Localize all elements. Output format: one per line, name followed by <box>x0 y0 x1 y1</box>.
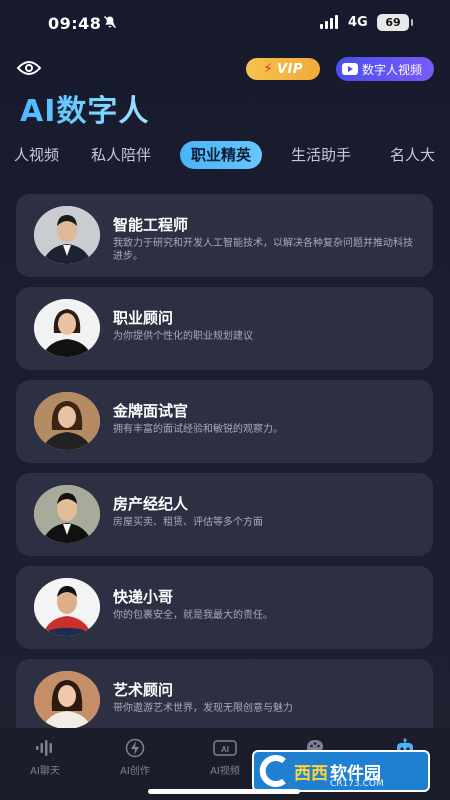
nav-ai-create[interactable]: AI创作 <box>100 738 170 777</box>
mute-bell-icon <box>103 15 117 33</box>
nav-ai-video[interactable]: AI AI视频 <box>190 738 260 777</box>
character-name: 快递小哥 <box>113 588 174 606</box>
character-name: 智能工程师 <box>113 216 189 234</box>
vip-badge[interactable]: ⚡ VIP <box>246 58 320 80</box>
character-card-real-estate-agent[interactable]: 房产经纪人 房屋买卖、租赁、评估等多个方面 <box>16 473 433 556</box>
digital-human-video-button[interactable]: 数字人视频 <box>336 57 434 81</box>
character-name: 金牌面试官 <box>113 402 189 420</box>
digital-human-video-label: 数字人视频 <box>362 62 423 77</box>
character-description: 带你遨游艺术世界，发现无限创意与魅力 <box>113 703 293 714</box>
tab-professional-elite[interactable]: 职业精英 <box>180 141 263 169</box>
home-indicator[interactable] <box>148 789 300 794</box>
status-bar: 09:48 4G 69 <box>0 0 450 48</box>
avatar <box>34 485 100 543</box>
watermark-logo: 西西 软件园 CR173.COM <box>252 750 430 792</box>
avatar <box>34 671 100 729</box>
character-description: 拥有丰富的面试经验和敏锐的观察力。 <box>113 424 283 435</box>
tab-life-assistant[interactable]: 生活助手 <box>291 141 351 169</box>
logo-c-icon <box>254 753 294 789</box>
character-card-courier[interactable]: 快递小哥 你的包裹安全，就是我最大的责任。 <box>16 566 433 649</box>
avatar <box>34 206 100 264</box>
nav-label: AI聊天 <box>30 766 60 777</box>
character-card-interviewer[interactable]: 金牌面试官 拥有丰富的面试经验和敏锐的观察力。 <box>16 380 433 463</box>
svg-text:AI: AI <box>221 745 229 754</box>
watermark-brand: 西西 <box>294 763 328 784</box>
character-description: 你的包裹安全，就是我最大的责任。 <box>113 610 273 621</box>
bolt-icon <box>100 738 170 758</box>
tab-celebrity[interactable]: 名人大 <box>390 141 435 169</box>
page-title: AI数字人 <box>20 86 149 130</box>
nav-label: AI创作 <box>120 766 150 777</box>
tab-private-companion[interactable]: 私人陪伴 <box>91 141 151 169</box>
character-name: 艺术顾问 <box>113 681 174 699</box>
battery-icon: 69 <box>377 14 413 31</box>
play-icon <box>342 63 358 75</box>
eye-icon[interactable] <box>16 58 42 78</box>
vip-label: VIP <box>276 61 303 77</box>
character-description: 为你提供个性化的职业规划建议 <box>113 331 253 342</box>
character-description: 我致力于研究和开发人工智能技术，以解决各种复杂问题并推动科技进步。 <box>113 238 413 262</box>
status-time: 09:48 <box>48 14 102 33</box>
character-card-ai-engineer[interactable]: 智能工程师 我致力于研究和开发人工智能技术，以解决各种复杂问题并推动科技进步。 <box>16 194 433 277</box>
category-tabs: 人视频 私人陪伴 职业精英 生活助手 名人大 <box>0 141 450 169</box>
tab-video[interactable]: 人视频 <box>14 141 59 169</box>
character-description: 房屋买卖、租赁、评估等多个方面 <box>113 517 263 528</box>
watermark-url: CR173.COM <box>330 779 384 789</box>
lightning-icon: ⚡ <box>263 61 273 77</box>
ai-video-icon: AI <box>190 738 260 758</box>
character-name: 房产经纪人 <box>113 495 189 513</box>
network-type: 4G <box>348 15 368 30</box>
avatar <box>34 578 100 636</box>
nav-ai-chat[interactable]: AI聊天 <box>10 738 80 777</box>
character-name: 职业顾问 <box>113 309 174 327</box>
nav-label: AI视频 <box>210 766 240 777</box>
avatar <box>34 392 100 450</box>
signal-icon <box>320 15 338 29</box>
character-card-career-advisor[interactable]: 职业顾问 为你提供个性化的职业规划建议 <box>16 287 433 370</box>
voice-wave-icon <box>10 738 80 758</box>
avatar <box>34 299 100 357</box>
